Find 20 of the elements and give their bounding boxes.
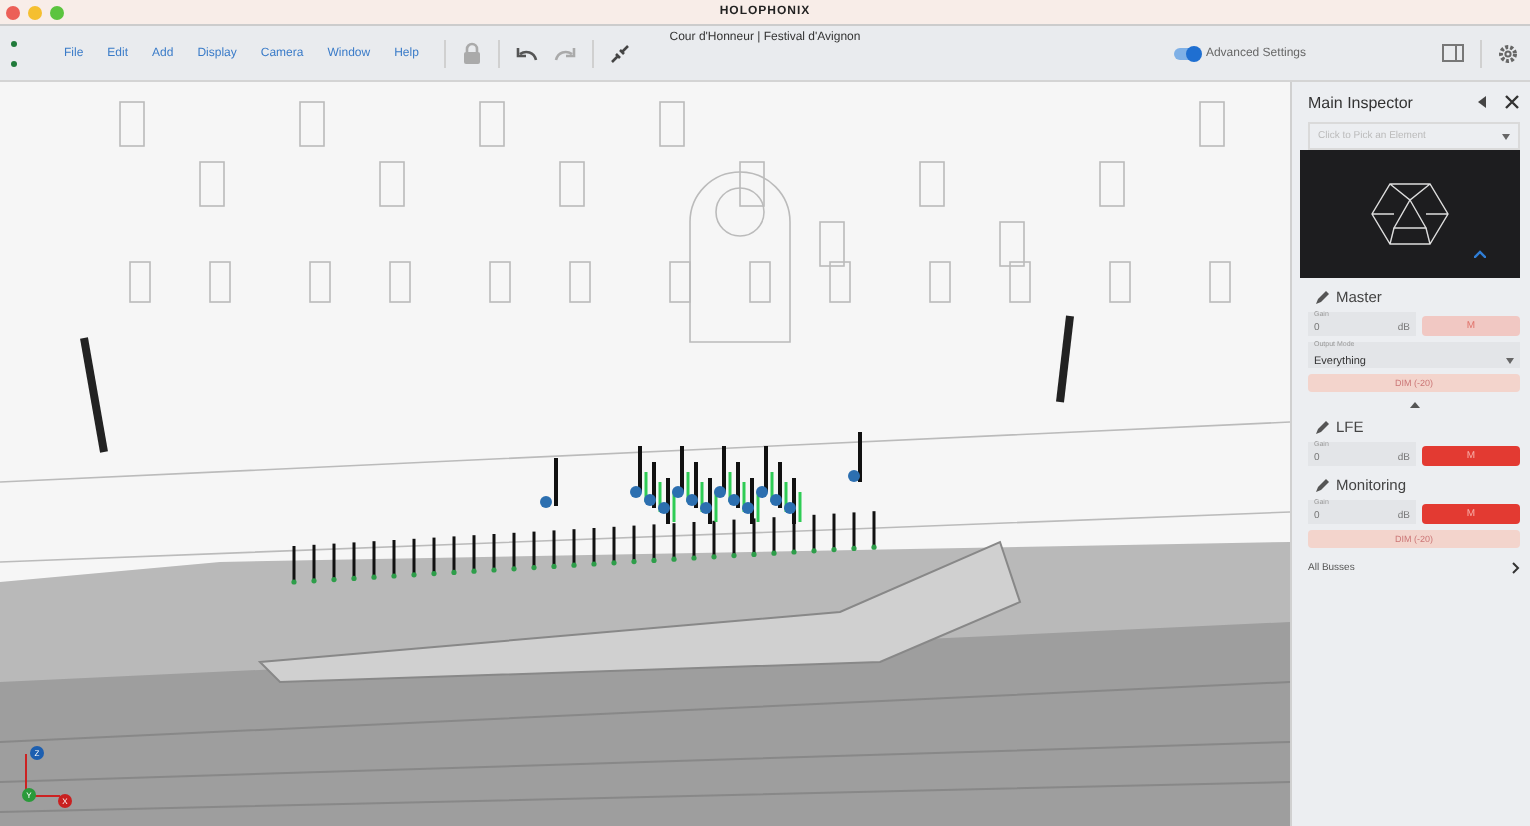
link-icon[interactable] <box>610 43 631 63</box>
chevron-up-icon[interactable] <box>1409 402 1419 408</box>
venue-3d-drawing[interactable] <box>0 82 1290 826</box>
caret-icon <box>1506 358 1514 364</box>
chevron-right-icon <box>1512 562 1520 574</box>
advanced-settings-toggle[interactable] <box>1173 47 1200 59</box>
undo-icon[interactable] <box>516 45 539 61</box>
settings-icon[interactable] <box>1498 43 1518 63</box>
pencil-icon[interactable] <box>1314 477 1330 493</box>
pencil-icon[interactable] <box>1314 419 1330 435</box>
pencil-icon[interactable] <box>1314 289 1330 305</box>
close-icon[interactable] <box>1504 94 1520 110</box>
caret-icon <box>1502 133 1510 139</box>
chevron-up-icon[interactable] <box>1474 250 1486 258</box>
polyhedron-icon <box>1370 180 1450 248</box>
sidebar-icon[interactable] <box>1442 44 1464 62</box>
inspector-title: Main Inspector <box>1308 93 1415 111</box>
status-dots-icon <box>10 39 18 67</box>
collapse-icon[interactable] <box>1478 96 1488 108</box>
close-window-button[interactable] <box>6 5 20 19</box>
